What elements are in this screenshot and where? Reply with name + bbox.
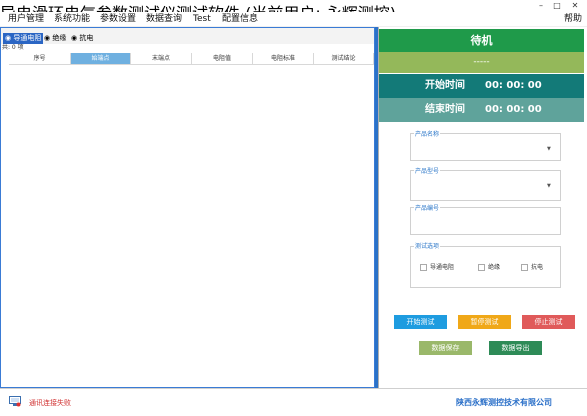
- close-button[interactable]: ✕: [567, 0, 583, 12]
- option-label: 绝缘: [488, 264, 501, 271]
- column-header-conclusion[interactable]: 测试结论: [314, 53, 374, 65]
- product-name-label: 产品名称: [414, 131, 441, 139]
- radio-icon: ◉: [44, 34, 51, 42]
- menu-parameter-settings[interactable]: 参数设置: [100, 12, 136, 26]
- option-continuity-checkbox[interactable]: 导通电阻: [420, 264, 454, 272]
- radio-icon: ◉: [5, 34, 12, 42]
- menu-test[interactable]: Test: [193, 12, 211, 26]
- option-label: 导通电阻: [430, 264, 455, 271]
- end-time-row: 结束时间 00: 00: 00: [379, 98, 584, 122]
- start-time-row: 开始时间 00: 00: 00: [379, 74, 584, 98]
- start-test-button[interactable]: 开始测试: [394, 315, 447, 329]
- maximize-button[interactable]: □: [549, 0, 565, 12]
- company-name: 陕西永辉测控技术有限公司: [456, 398, 552, 407]
- radio-icon: ◉: [71, 34, 78, 42]
- start-time-value: 00: 00: 00: [485, 80, 542, 91]
- checkbox-icon: [478, 264, 485, 271]
- results-panel: [0, 27, 375, 388]
- menu-config-info[interactable]: 配置信息: [222, 12, 258, 26]
- tab-continuity-resistance[interactable]: ◉ 导通电阻: [3, 33, 44, 44]
- end-time-label: 结束时间: [425, 104, 465, 115]
- column-header-resistance[interactable]: 电阻值: [192, 53, 253, 65]
- end-time-value: 00: 00: 00: [485, 104, 542, 115]
- product-name-select[interactable]: [414, 143, 555, 155]
- stop-test-button[interactable]: 停止测试: [522, 315, 575, 329]
- checkbox-icon: [521, 264, 528, 271]
- option-insulation-checkbox[interactable]: 绝缘: [478, 264, 500, 272]
- network-disconnected-icon: [9, 396, 21, 407]
- menu-user-management[interactable]: 用户管理: [8, 12, 44, 26]
- record-count: 共: 0 项: [2, 44, 24, 51]
- window-title: 导电滑环电气参数测试仪测试软件 (当前用户: 永辉测控): [0, 0, 587, 23]
- minimize-button[interactable]: –: [533, 0, 549, 12]
- status-state: 待机: [379, 29, 584, 52]
- option-label: 抗电: [531, 264, 544, 271]
- menu-system-functions[interactable]: 系统功能: [54, 12, 90, 26]
- column-header-index[interactable]: 序号: [9, 53, 71, 65]
- pause-test-button[interactable]: 暂停测试: [458, 315, 511, 329]
- product-number-input[interactable]: [414, 217, 555, 229]
- tab-insulation[interactable]: ◉ 绝缘: [42, 33, 68, 44]
- column-header-end-point[interactable]: 末端点: [131, 53, 192, 65]
- tab-label: 导通电阻: [13, 34, 42, 42]
- connection-status: 通讯连接失败: [29, 399, 71, 407]
- save-data-button[interactable]: 数据保存: [419, 341, 472, 355]
- menu-help[interactable]: 帮助: [564, 12, 582, 26]
- test-options-label: 测试选项: [414, 243, 441, 251]
- column-header-start-point[interactable]: 始端点: [71, 53, 131, 65]
- option-hipot-checkbox[interactable]: 抗电: [521, 264, 543, 272]
- tab-label: 抗电: [79, 34, 94, 42]
- product-model-select[interactable]: [414, 180, 555, 192]
- export-data-button[interactable]: 数据导出: [489, 341, 542, 355]
- tab-label: 绝缘: [52, 34, 67, 42]
- start-time-label: 开始时间: [425, 80, 465, 91]
- chevron-down-icon: ▼: [547, 183, 551, 189]
- checkbox-icon: [420, 264, 427, 271]
- menu-data-query[interactable]: 数据查询: [146, 12, 182, 26]
- tab-hipot[interactable]: ◉ 抗电: [69, 33, 95, 44]
- chevron-down-icon: ▼: [547, 146, 551, 152]
- status-detail: -----: [379, 52, 584, 73]
- product-number-label: 产品编号: [414, 205, 441, 213]
- product-model-label: 产品型号: [414, 168, 441, 176]
- column-header-resistance-standard[interactable]: 电阻标准: [253, 53, 314, 65]
